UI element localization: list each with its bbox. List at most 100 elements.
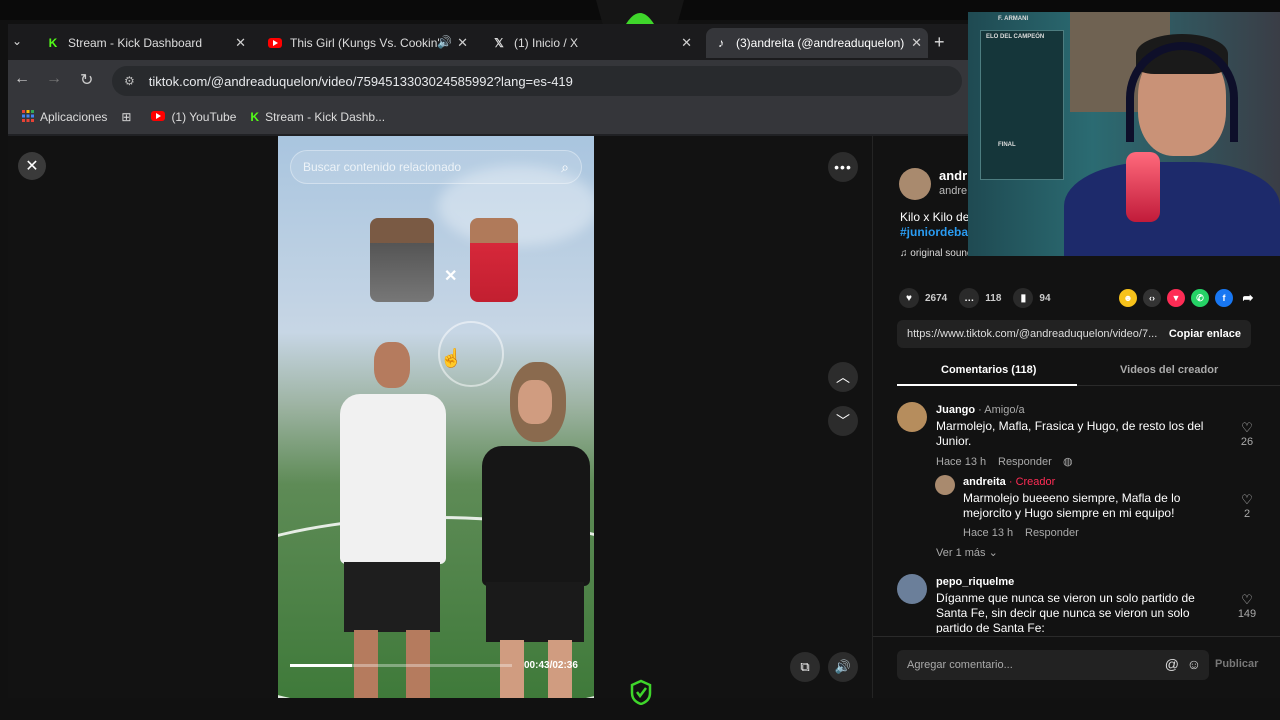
webcam-label-top: F. ARMANI	[998, 16, 1029, 22]
more-options-button[interactable]: •••	[828, 152, 858, 182]
tab-comments[interactable]: Comentarios (118)	[941, 364, 1036, 376]
url-omnibox[interactable]: ⚙ tiktok.com/@andreaduquelon/video/75945…	[112, 66, 962, 96]
mention-at-icon[interactable]: @	[1165, 656, 1179, 672]
hand-cursor-icon: ☝	[440, 348, 463, 368]
video-woman	[474, 362, 594, 698]
facebook-icon[interactable]: f	[1215, 289, 1233, 307]
webcam-label-board: ELO DEL CAMPEÓN	[986, 34, 1045, 40]
related-search-input[interactable]: Buscar contenido relacionado ⌕	[290, 150, 582, 184]
bookmark-aplicaciones[interactable]: Aplicaciones	[22, 109, 107, 125]
save-button[interactable]: ▮ 94	[1013, 288, 1051, 308]
close-tab-icon[interactable]: ✕	[235, 35, 246, 51]
comment-username[interactable]: andreita · Creador	[963, 476, 1055, 488]
webcam-shirt	[1064, 162, 1280, 256]
comment-like-button[interactable]: ♡ 26	[1235, 420, 1259, 448]
video-player[interactable]: ✕ Buscar contenido relacionado ⌕ 00:43/0…	[278, 136, 594, 698]
close-video-button[interactable]: ✕	[18, 152, 46, 180]
bookmark-icon: ▮	[1013, 288, 1034, 308]
comment-username[interactable]: pepo_riquelme	[936, 576, 1014, 588]
webcam-label-final: FINAL	[998, 142, 1016, 148]
video-player-left	[370, 218, 434, 302]
video-stats: ♥ 2674 … 118 ▮ 94	[899, 288, 1063, 308]
reply-button[interactable]: Responder	[1025, 527, 1079, 539]
tab-x-inicio[interactable]: 𝕏 (1) Inicio / X ✕	[484, 28, 698, 58]
stream-frame: ⌄ K Stream - Kick Dashboard ✕ This Girl …	[0, 0, 1280, 720]
pip-button[interactable]: ⧉	[790, 652, 820, 682]
view-more-replies[interactable]: Ver 1 más ⌄	[936, 546, 998, 559]
previous-video-button[interactable]: ︿	[828, 362, 858, 392]
next-video-button[interactable]: ﹀	[828, 406, 858, 436]
volume-icon: 🔊	[834, 659, 852, 674]
youtube-icon	[151, 110, 166, 124]
bookmark-grid[interactable]: ⊞	[121, 110, 137, 124]
close-tab-icon[interactable]: ✕	[457, 35, 468, 51]
close-tab-icon[interactable]: ✕	[911, 35, 922, 51]
chevron-down-icon: ﹀	[836, 413, 850, 429]
site-settings-icon[interactable]: ⚙	[124, 74, 135, 88]
comment-avatar[interactable]	[897, 402, 927, 432]
emoji-icon[interactable]: ☺	[1187, 656, 1201, 672]
search-icon[interactable]: ⌕	[561, 159, 569, 176]
video-caption: Kilo x Kilo de	[900, 210, 970, 224]
video-hashtag[interactable]: #juniordeba	[900, 225, 968, 239]
comment-time: Hace 13 h	[963, 527, 1014, 539]
share-friends-icon[interactable]: ☻	[1119, 289, 1137, 307]
speaker-icon[interactable]: 🔊	[437, 35, 452, 49]
apps-grid-icon	[22, 109, 34, 125]
comment-avatar[interactable]	[897, 574, 927, 604]
author-avatar[interactable]	[899, 168, 931, 200]
author-handle[interactable]: andre	[939, 185, 967, 197]
share-send-icon[interactable]: ▼	[1167, 289, 1185, 307]
comment-like-count: 2	[1243, 508, 1251, 520]
like-button[interactable]: ♥ 2674	[899, 288, 947, 308]
tab-youtube-this-girl[interactable]: This Girl (Kungs Vs. Cookin' 🔊 ✕	[260, 28, 474, 58]
comment-username[interactable]: Juango · Amigo/a	[936, 404, 1025, 416]
tab-tiktok-andreita[interactable]: ♪ (3)andreita (@andreaduquelon) ✕	[706, 28, 928, 58]
video-progress-bar[interactable]	[290, 664, 512, 667]
video-player-right	[470, 218, 518, 302]
tab-search-chevron-icon[interactable]: ⌄	[12, 34, 22, 48]
tiktok-icon: ♪	[718, 36, 724, 50]
bookmarks-bar: Aplicaciones ⊞ (1) YouTube K Stream - Ki…	[8, 100, 968, 134]
comment-text: Díganme que nunca se vieron un solo part…	[936, 591, 1195, 633]
creator-tag: · Creador	[1005, 476, 1056, 488]
username-text: Juango	[936, 404, 976, 416]
back-arrow-icon[interactable]: ←	[14, 70, 30, 88]
add-comment-input[interactable]: Agregar comentario... @ ☺	[897, 650, 1209, 680]
reply-avatar[interactable]	[935, 475, 955, 495]
tab-kick-dashboard[interactable]: K Stream - Kick Dashboard ✕	[38, 28, 252, 58]
reload-icon[interactable]: ↻	[80, 70, 93, 90]
embed-code-icon[interactable]: ‹›	[1143, 289, 1161, 307]
save-count: 94	[1039, 292, 1051, 304]
reply-button[interactable]: Responder	[998, 456, 1052, 468]
comment-like-button[interactable]: ♡ 2	[1235, 492, 1259, 520]
whatsapp-icon[interactable]: ✆	[1191, 289, 1209, 307]
heart-outline-icon: ♡	[1241, 492, 1253, 507]
bookmark-kick[interactable]: K Stream - Kick Dashb...	[250, 110, 385, 124]
comment-placeholder: Agregar comentario...	[907, 659, 1013, 671]
grid-icon: ⊞	[121, 110, 132, 124]
forward-arrow-icon[interactable]: →	[46, 70, 62, 88]
copy-link-button[interactable]: Copiar enlace	[1169, 328, 1241, 340]
music-note-icon: ♫	[900, 248, 908, 259]
heart-outline-icon: ♡	[1241, 420, 1253, 435]
close-icon: ✕	[25, 158, 39, 175]
bookmark-youtube[interactable]: (1) YouTube	[151, 110, 236, 124]
comment-like-count: 149	[1237, 608, 1257, 620]
video-vs-mark: ✕	[444, 268, 458, 285]
publish-button[interactable]: Publicar	[1215, 658, 1258, 670]
friend-tag: · Amigo/a	[975, 404, 1025, 416]
share-arrow-icon[interactable]: ➦	[1239, 289, 1257, 307]
close-tab-icon[interactable]: ✕	[681, 35, 692, 51]
share-link-text[interactable]: https://www.tiktok.com/@andreaduquelon/v…	[907, 328, 1157, 340]
tab-creator-videos[interactable]: Videos del creador	[1120, 364, 1218, 376]
volume-button[interactable]: 🔊	[828, 652, 858, 682]
comment-like-count: 26	[1240, 436, 1254, 448]
comment-button[interactable]: … 118	[959, 288, 1001, 308]
author-name[interactable]: andr	[939, 168, 967, 183]
chevron-down-icon: ⌄	[988, 547, 998, 559]
new-tab-plus-icon[interactable]: +	[934, 32, 945, 53]
video-time: 00:43/02:36	[524, 660, 578, 671]
webcam-headset	[1126, 42, 1238, 142]
comment-like-button[interactable]: ♡ 149	[1235, 592, 1259, 620]
